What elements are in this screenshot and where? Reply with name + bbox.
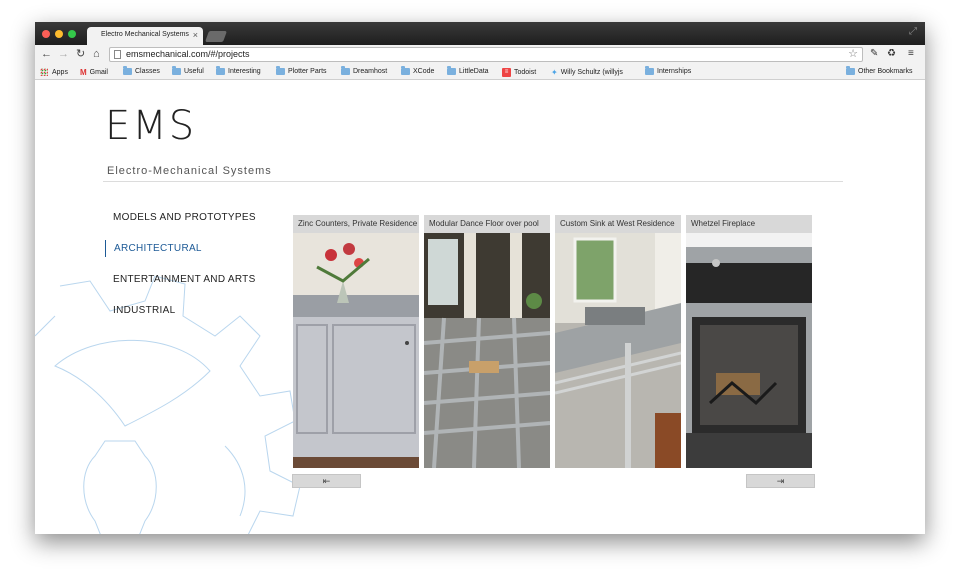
project-title: Custom Sink at West Residence bbox=[555, 215, 681, 233]
extension-icon[interactable]: ✎ bbox=[870, 47, 878, 61]
bookmark-classes[interactable]: Classes bbox=[123, 66, 160, 75]
bookmark-interesting[interactable]: Interesting bbox=[216, 66, 261, 75]
forward-icon[interactable]: → bbox=[58, 47, 69, 61]
custom-sink-photo bbox=[555, 233, 681, 468]
apps-grid-icon bbox=[40, 68, 48, 76]
category-models-and-prototypes[interactable]: MODELS AND PROTOTYPES bbox=[105, 209, 285, 226]
bookmark-todoist[interactable]: ≡ Todoist bbox=[502, 68, 536, 77]
bookmark-apps[interactable]: Apps bbox=[40, 68, 68, 76]
folder-icon bbox=[846, 66, 855, 75]
fireplace-photo bbox=[686, 233, 812, 468]
bookmark-useful[interactable]: Useful bbox=[172, 66, 204, 75]
home-icon[interactable]: ⌂ bbox=[93, 47, 100, 61]
browser-toolbar: ← → ↻ ⌂ emsmechanical.com/#/projects ☆ ✎… bbox=[35, 45, 925, 64]
page-content: EMS Electro-Mechanical Systems MODELS AN… bbox=[35, 81, 925, 534]
project-card-dance-floor[interactable]: Modular Dance Floor over pool bbox=[424, 215, 550, 468]
bookmark-twitter[interactable]: ✦ Willy Schultz (willyjs bbox=[551, 68, 623, 77]
bookmark-star-icon[interactable]: ☆ bbox=[848, 48, 858, 61]
fullscreen-icon[interactable]: ⤢ bbox=[909, 26, 917, 37]
todoist-icon: ≡ bbox=[502, 68, 511, 77]
back-icon[interactable]: ← bbox=[41, 47, 52, 61]
recycle-extension-icon[interactable]: ♻ bbox=[887, 47, 896, 61]
zinc-counter-photo bbox=[293, 233, 419, 468]
category-industrial[interactable]: INDUSTRIAL bbox=[105, 302, 285, 319]
close-window-button[interactable] bbox=[42, 30, 50, 38]
tab-close-icon[interactable]: × bbox=[193, 30, 198, 40]
folder-icon bbox=[645, 66, 654, 75]
category-nav: MODELS AND PROTOTYPES ARCHITECTURAL ENTE… bbox=[105, 209, 285, 333]
reload-icon[interactable]: ↻ bbox=[76, 47, 85, 61]
bookmark-plotter-parts[interactable]: Plotter Parts bbox=[276, 66, 327, 75]
project-card-whetzel-fireplace[interactable]: Whetzel Fireplace bbox=[686, 215, 812, 468]
menu-icon[interactable]: ≡ bbox=[908, 47, 914, 61]
category-entertainment-and-arts[interactable]: ENTERTAINMENT AND ARTS bbox=[105, 271, 285, 288]
project-card-custom-sink[interactable]: Custom Sink at West Residence bbox=[555, 215, 681, 468]
project-card-zinc-counters[interactable]: Zinc Counters, Private Residence bbox=[293, 215, 419, 468]
project-title: Whetzel Fireplace bbox=[686, 215, 812, 233]
title-bar: Electro Mechanical Systems × ⤢ bbox=[35, 22, 925, 45]
tab-title: Electro Mechanical Systems bbox=[101, 31, 189, 38]
project-title: Zinc Counters, Private Residence bbox=[293, 215, 419, 233]
folder-icon bbox=[216, 66, 225, 75]
browser-window: Electro Mechanical Systems × ⤢ ← → ↻ ⌂ e… bbox=[35, 22, 925, 534]
minimize-window-button[interactable] bbox=[55, 30, 63, 38]
twitter-icon: ✦ bbox=[551, 68, 558, 77]
bookmark-internships[interactable]: Internships bbox=[645, 66, 691, 75]
header-divider bbox=[103, 181, 843, 182]
dance-floor-photo bbox=[424, 233, 550, 468]
bookmark-gmail[interactable]: M Gmail bbox=[80, 68, 108, 77]
address-bar[interactable]: emsmechanical.com/#/projects ☆ bbox=[109, 47, 863, 62]
category-architectural[interactable]: ARCHITECTURAL bbox=[105, 240, 285, 257]
new-tab-button[interactable] bbox=[204, 31, 228, 42]
project-gallery: Zinc Counters, Private Residence Modular… bbox=[293, 215, 812, 468]
project-title: Modular Dance Floor over pool bbox=[424, 215, 550, 233]
browser-tab[interactable]: Electro Mechanical Systems × bbox=[87, 27, 203, 45]
bookmark-other[interactable]: Other Bookmarks bbox=[846, 66, 912, 75]
gmail-icon: M bbox=[80, 68, 87, 77]
folder-icon bbox=[401, 66, 410, 75]
folder-icon bbox=[447, 66, 456, 75]
bookmarks-bar: Apps M Gmail Classes Useful Interesting P… bbox=[35, 64, 925, 80]
bookmark-xcode[interactable]: XCode bbox=[401, 66, 434, 75]
page-icon bbox=[114, 50, 121, 59]
url-text: emsmechanical.com/#/projects bbox=[126, 49, 250, 59]
next-page-button[interactable]: ⇥ bbox=[746, 474, 815, 488]
folder-icon bbox=[341, 66, 350, 75]
previous-page-button[interactable]: ⇤ bbox=[292, 474, 361, 488]
bookmark-dreamhost[interactable]: Dreamhost bbox=[341, 66, 387, 75]
site-subtitle: Electro-Mechanical Systems bbox=[107, 165, 272, 177]
site-logo[interactable]: EMS bbox=[105, 103, 196, 149]
folder-icon bbox=[276, 66, 285, 75]
folder-icon bbox=[172, 66, 181, 75]
bookmark-littledata[interactable]: LittleData bbox=[447, 66, 489, 75]
folder-icon bbox=[123, 66, 132, 75]
maximize-window-button[interactable] bbox=[68, 30, 76, 38]
